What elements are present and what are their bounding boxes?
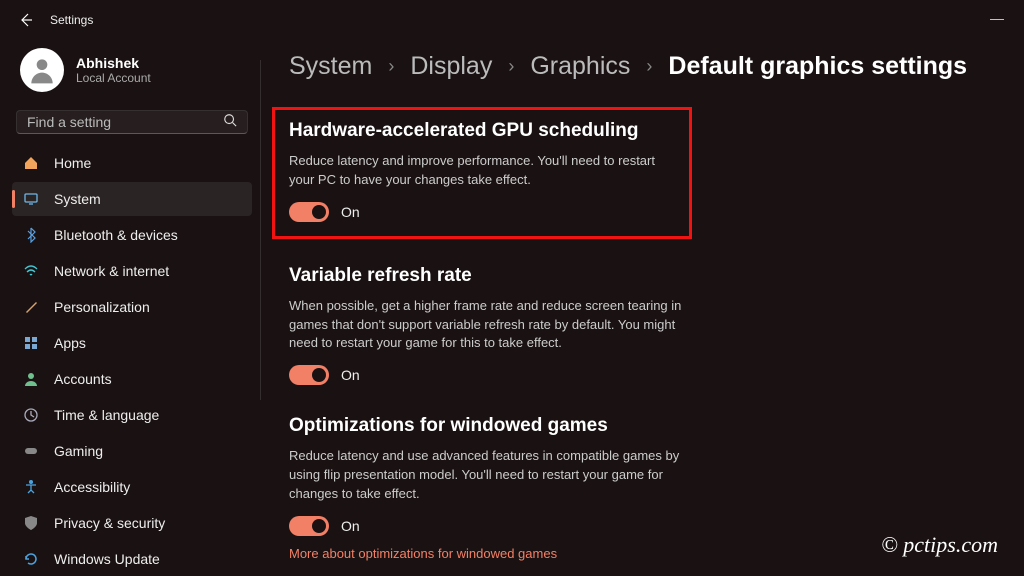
- sidebar-item-apps[interactable]: Apps: [12, 326, 252, 360]
- sidebar-item-personalization[interactable]: Personalization: [12, 290, 252, 324]
- apps-icon: [22, 334, 40, 352]
- section-description: When possible, get a higher frame rate a…: [289, 297, 689, 354]
- sidebar: Abhishek Local Account Home System Bluet…: [0, 40, 260, 576]
- chevron-right-icon: ›: [646, 56, 652, 77]
- breadcrumb: System › Display › Graphics › Default gr…: [289, 52, 994, 81]
- gaming-icon: [22, 442, 40, 460]
- sidebar-item-label: System: [54, 191, 101, 207]
- accessibility-icon: [22, 478, 40, 496]
- section-description: Reduce latency and use advanced features…: [289, 447, 689, 504]
- sidebar-item-network[interactable]: Network & internet: [12, 254, 252, 288]
- breadcrumb-system[interactable]: System: [289, 52, 372, 81]
- home-icon: [22, 154, 40, 172]
- brush-icon: [22, 298, 40, 316]
- chevron-right-icon: ›: [388, 56, 394, 77]
- sidebar-item-label: Windows Update: [54, 551, 160, 567]
- toggle-label: On: [341, 518, 360, 534]
- user-block[interactable]: Abhishek Local Account: [12, 40, 252, 110]
- sidebar-item-label: Time & language: [54, 407, 159, 423]
- main-content: System › Display › Graphics › Default gr…: [261, 40, 1024, 576]
- sidebar-item-bluetooth[interactable]: Bluetooth & devices: [12, 218, 252, 252]
- sidebar-item-label: Network & internet: [54, 263, 169, 279]
- minimize-button[interactable]: —: [990, 10, 1004, 26]
- toggle-label: On: [341, 204, 360, 220]
- watermark: © pctips.com: [881, 532, 998, 558]
- section-description: Reduce latency and improve performance. …: [289, 152, 675, 190]
- sidebar-item-label: Gaming: [54, 443, 103, 459]
- sidebar-item-gaming[interactable]: Gaming: [12, 434, 252, 468]
- search-input[interactable]: [27, 114, 223, 130]
- breadcrumb-display[interactable]: Display: [410, 52, 492, 81]
- wifi-icon: [22, 262, 40, 280]
- back-button[interactable]: [12, 6, 40, 34]
- sidebar-item-label: Bluetooth & devices: [54, 227, 178, 243]
- breadcrumb-graphics[interactable]: Graphics: [530, 52, 630, 81]
- user-sub: Local Account: [76, 71, 151, 85]
- sidebar-item-label: Privacy & security: [54, 515, 165, 531]
- section-title: Hardware-accelerated GPU scheduling: [289, 120, 675, 142]
- sidebar-item-label: Personalization: [54, 299, 150, 315]
- search-icon: [223, 113, 237, 132]
- sidebar-item-privacy[interactable]: Privacy & security: [12, 506, 252, 540]
- sidebar-item-label: Accessibility: [54, 479, 130, 495]
- windowed-more-link[interactable]: More about optimizations for windowed ga…: [289, 546, 557, 561]
- vrr-toggle[interactable]: [289, 365, 329, 385]
- sidebar-item-accounts[interactable]: Accounts: [12, 362, 252, 396]
- avatar: [20, 48, 64, 92]
- bluetooth-icon: [22, 226, 40, 244]
- update-icon: [22, 550, 40, 568]
- clock-icon: [22, 406, 40, 424]
- accounts-icon: [22, 370, 40, 388]
- section-variable-refresh: Variable refresh rate When possible, get…: [289, 265, 709, 386]
- sidebar-item-accessibility[interactable]: Accessibility: [12, 470, 252, 504]
- windowed-toggle[interactable]: [289, 516, 329, 536]
- window-title: Settings: [50, 13, 93, 27]
- user-name: Abhishek: [76, 55, 151, 71]
- section-gpu-scheduling: Hardware-accelerated GPU scheduling Redu…: [272, 107, 692, 239]
- section-windowed-optimizations: Optimizations for windowed games Reduce …: [289, 415, 709, 563]
- sidebar-item-label: Home: [54, 155, 91, 171]
- search-box[interactable]: [16, 110, 248, 134]
- shield-icon: [22, 514, 40, 532]
- sidebar-item-system[interactable]: System: [12, 182, 252, 216]
- section-title: Optimizations for windowed games: [289, 415, 709, 437]
- sidebar-item-label: Accounts: [54, 371, 112, 387]
- sidebar-item-home[interactable]: Home: [12, 146, 252, 180]
- gpu-scheduling-toggle[interactable]: [289, 202, 329, 222]
- sidebar-item-label: Apps: [54, 335, 86, 351]
- breadcrumb-current: Default graphics settings: [668, 52, 967, 81]
- sidebar-item-update[interactable]: Windows Update: [12, 542, 252, 576]
- system-icon: [22, 190, 40, 208]
- sidebar-item-time[interactable]: Time & language: [12, 398, 252, 432]
- chevron-right-icon: ›: [508, 56, 514, 77]
- section-title: Variable refresh rate: [289, 265, 709, 287]
- toggle-label: On: [341, 367, 360, 383]
